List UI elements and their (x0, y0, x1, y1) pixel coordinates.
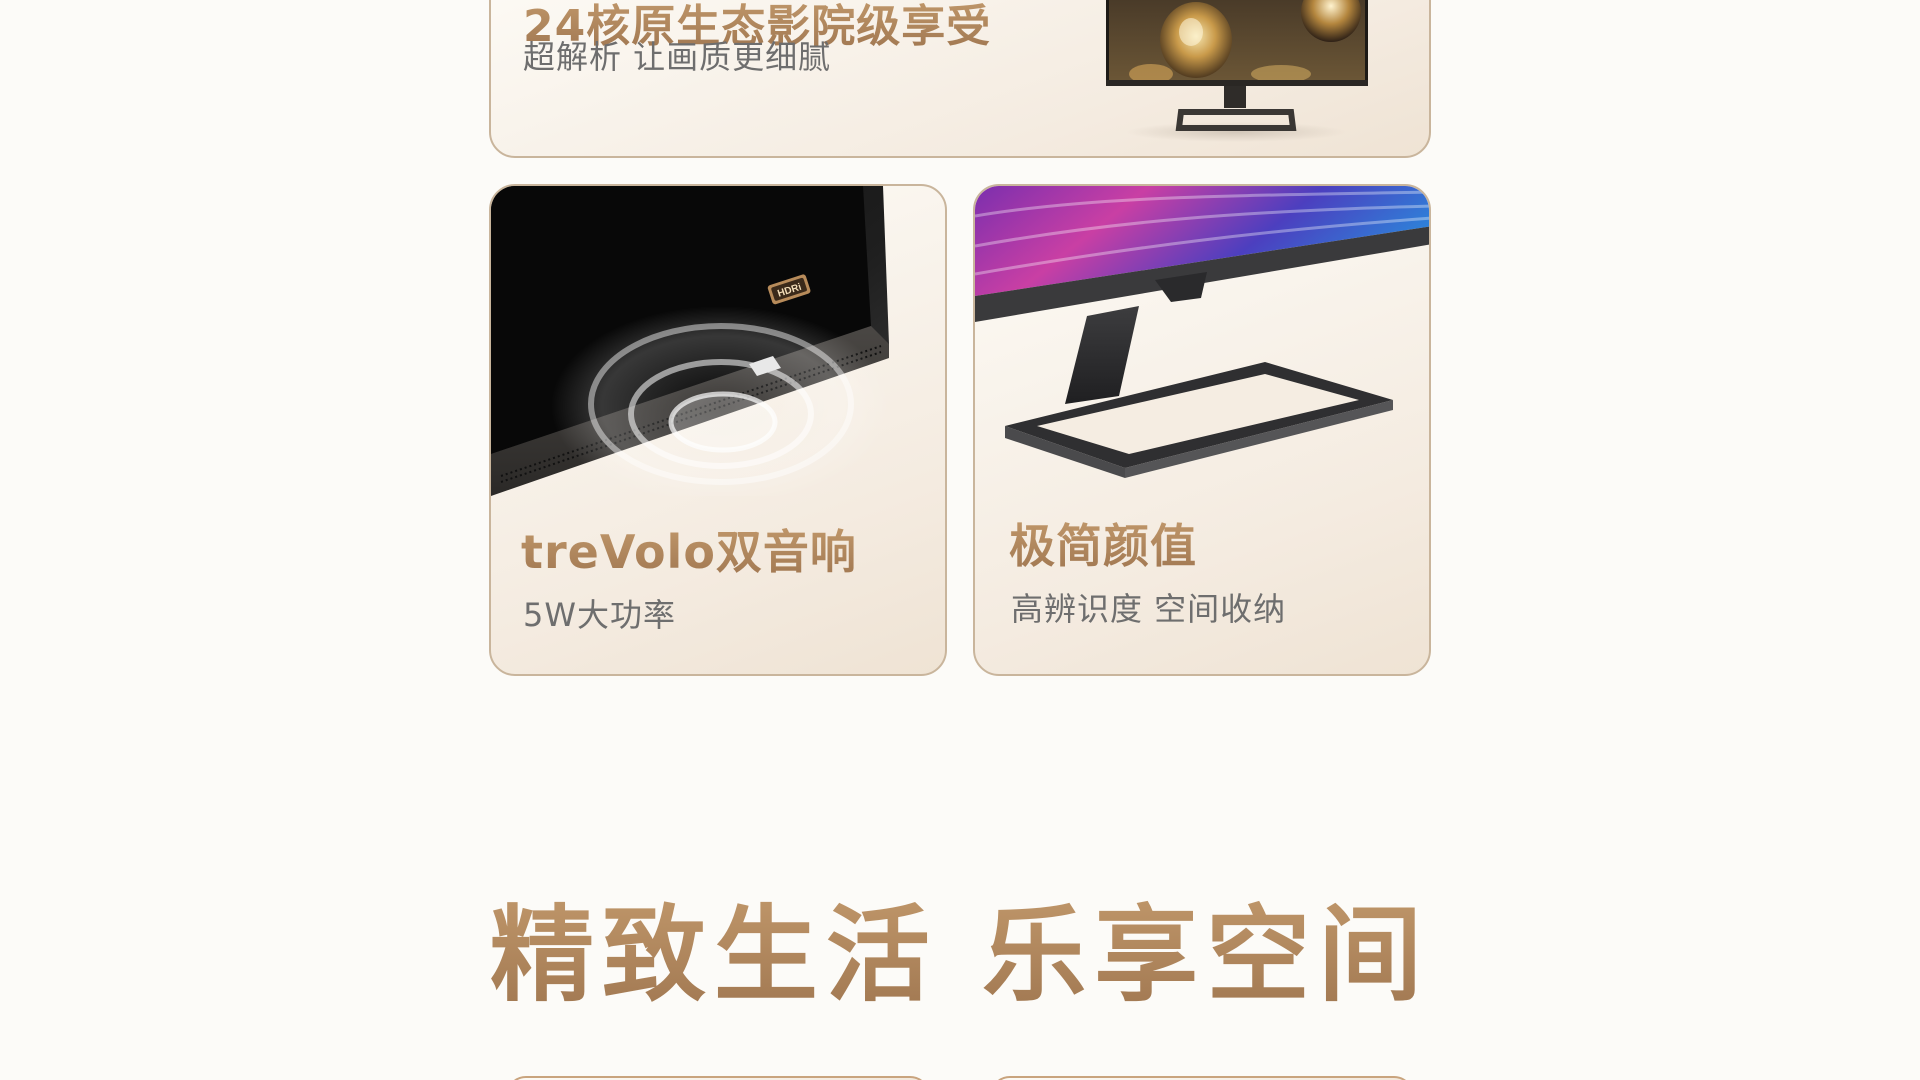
feature-card-subtitle: 5W大功率 (523, 596, 677, 634)
feature-card-subtitle: 高辨识度 空间收纳 (1011, 590, 1287, 628)
monitor-front-icon (1106, 0, 1368, 142)
speaker-icon: HDRi (491, 186, 891, 496)
product-page: 24核原生态影院级享受 超解析 让画质更细腻 HDRi treVolo双音响 5… (0, 0, 1920, 1080)
feature-card-next-left (506, 1076, 930, 1080)
feature-card-display: 24核原生态影院级享受 超解析 让画质更细腻 (489, 0, 1431, 158)
feature-card-speaker: HDRi treVolo双音响 5W大功率 (489, 184, 947, 676)
section-heading: 精致生活 乐享空间 (0, 870, 1920, 1021)
monitor-stand-icon (975, 186, 1429, 478)
feature-card-design: 极简颜值 高辨识度 空间收纳 (973, 184, 1431, 676)
feature-card-title: 极简颜值 (1009, 510, 1197, 576)
feature-card-next-right (990, 1076, 1414, 1080)
feature-card-title: treVolo双音响 (521, 516, 857, 582)
